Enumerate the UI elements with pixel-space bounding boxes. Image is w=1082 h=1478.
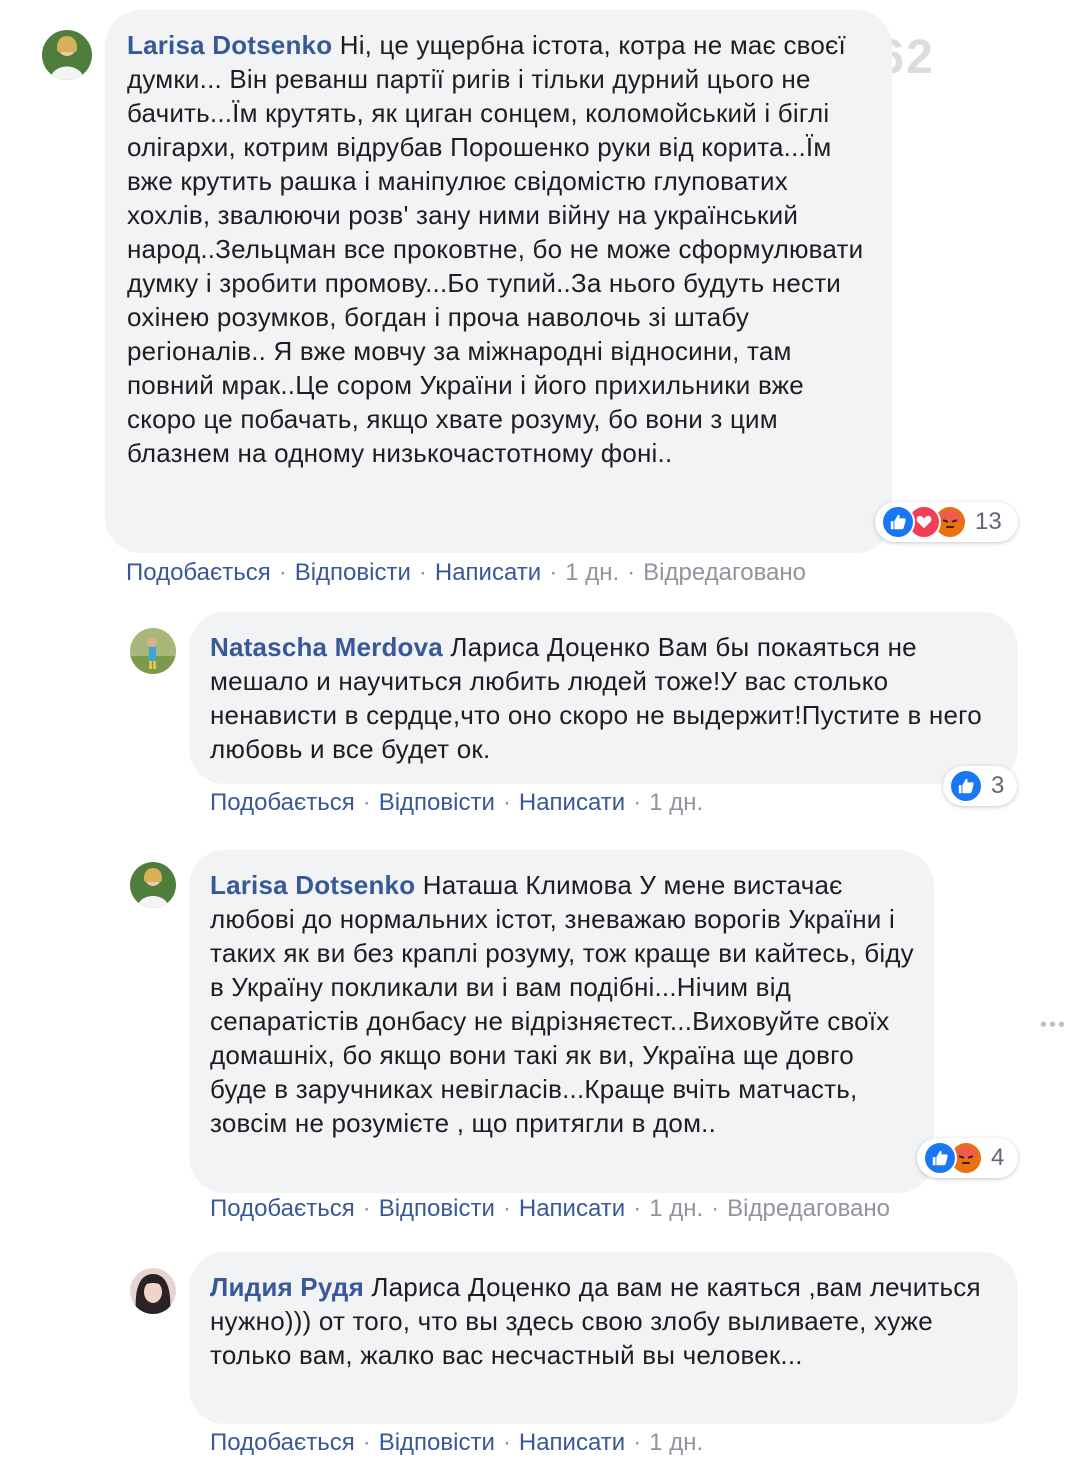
message-link[interactable]: Написати [519,789,625,816]
avatar-photo-icon [42,30,92,80]
timestamp[interactable]: 1 дн. [649,1429,703,1456]
separator-dot: · [633,1429,642,1456]
edited-label[interactable]: Відредаговано [643,559,806,586]
message-link[interactable]: Написати [519,1195,625,1222]
separator-dot: · [502,1429,511,1456]
separator-dot: · [418,559,427,586]
reply-link[interactable]: Відповісти [379,789,495,816]
comment-author[interactable]: Larisa Dotsenko [127,30,332,60]
timestamp[interactable]: 1 дн. [649,1195,703,1222]
reactions-summary[interactable]: 4 [917,1138,1018,1178]
reply-link[interactable]: Відповісти [379,1195,495,1222]
reply-link[interactable]: Відповісти [379,1429,495,1456]
separator-dot: · [278,559,287,586]
comment-author[interactable]: Лидия Рудя [210,1272,364,1302]
comment-author[interactable]: Larisa Dotsenko [210,870,415,900]
reaction-count: 3 [991,772,1005,799]
separator-dot: · [627,559,636,586]
reactions-summary[interactable]: 3 [943,766,1017,806]
separator-dot: · [549,559,558,586]
avatar-photo-icon [130,862,176,908]
separator-dot: · [362,1195,371,1222]
comment-bubble: Natascha Merdova Лариса Доценко Вам бы п… [189,612,1018,784]
avatar-photo-icon [130,1268,176,1314]
message-link[interactable]: Написати [435,559,541,586]
avatar[interactable] [42,30,92,80]
avatar[interactable] [130,1268,176,1314]
separator-dot: · [502,789,511,816]
comment-actions: Подобається · Відповісти · Написати · 1 дн. · Ві… [210,1194,890,1224]
reply-link[interactable]: Відповісти [295,559,411,586]
avatar[interactable] [130,628,176,674]
edited-label[interactable]: Відредаговано [727,1195,890,1222]
reactions-summary[interactable]: 13 [875,502,1018,542]
like-link[interactable]: Подобається [210,1195,355,1222]
like-reaction-icon [881,505,915,539]
like-link[interactable]: Подобається [210,789,355,816]
separator-dot: · [362,1429,371,1456]
comment-actions: Подобається · Відповісти · Написати · 1 дн. · Ві… [126,558,806,588]
reaction-count: 13 [975,508,1002,535]
comment-text: Наташа Климова У мене вистачає любові до… [210,870,914,1138]
avatar-photo-icon [130,628,176,674]
like-reaction-icon [923,1141,957,1175]
timestamp[interactable]: 1 дн. [649,789,703,816]
comment-bubble: Larisa Dotsenko Ні, це ущербна істота, к… [105,10,892,553]
more-options-icon[interactable]: ••• [1040,1014,1067,1037]
message-link[interactable]: Написати [519,1429,625,1456]
comment-bubble: Larisa Dotsenko Наташа Климова У мене ви… [189,850,934,1193]
separator-dot: · [711,1195,720,1222]
comment-bubble: Лидия Рудя Лариса Доценко да вам не каят… [189,1252,1018,1424]
comment-author[interactable]: Natascha Merdova [210,632,443,662]
separator-dot: · [362,789,371,816]
like-reaction-icon [949,769,983,803]
comment-actions: Подобається · Відповісти · Написати · 1 дн. [210,1428,703,1458]
like-link[interactable]: Подобається [210,1429,355,1456]
avatar[interactable] [130,862,176,908]
separator-dot: · [633,789,642,816]
comment-actions: Подобається · Відповісти · Написати · 1 дн. [210,788,703,818]
comment-text: Ні, це ущербна істота, котра не має своє… [127,30,864,468]
timestamp[interactable]: 1 дн. [565,559,619,586]
reaction-count: 4 [991,1144,1005,1171]
separator-dot: · [633,1195,642,1222]
like-link[interactable]: Подобається [126,559,271,586]
separator-dot: · [502,1195,511,1222]
